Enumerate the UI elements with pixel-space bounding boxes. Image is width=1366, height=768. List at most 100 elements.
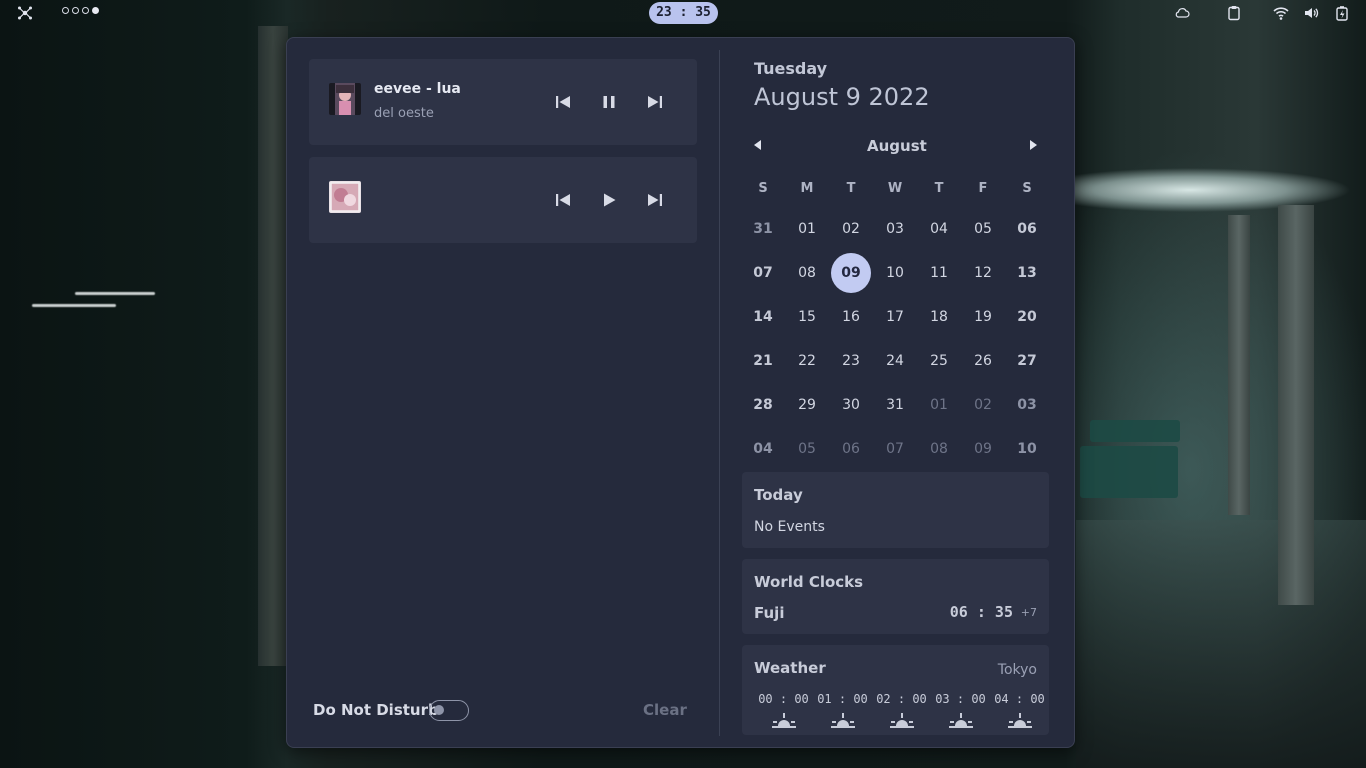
events-card: Today No Events xyxy=(742,472,1049,548)
workspace-dot[interactable] xyxy=(72,7,79,14)
next-track-icon[interactable] xyxy=(645,92,665,112)
do-not-disturb-toggle[interactable] xyxy=(429,700,469,721)
calendar-day-number: 29 xyxy=(798,397,816,413)
calendar-day[interactable]: 20 xyxy=(1005,309,1049,325)
calendar-day-number: 20 xyxy=(1017,309,1037,325)
calendar-day-number: 04 xyxy=(753,441,773,457)
events-title: Today xyxy=(754,486,803,504)
calendar-day-number: 05 xyxy=(974,221,992,237)
next-month-icon[interactable] xyxy=(1028,139,1038,151)
calendar-day-today[interactable]: 09 xyxy=(829,253,873,293)
calendar-day[interactable]: 05 xyxy=(785,441,829,457)
workspace-dot[interactable] xyxy=(82,7,89,14)
clear-notifications-button[interactable]: Clear xyxy=(643,701,687,719)
wifi-icon[interactable] xyxy=(1273,5,1289,21)
calendar-day[interactable]: 10 xyxy=(873,265,917,281)
pause-icon[interactable] xyxy=(599,92,619,112)
forecast-time: 03 : 00 xyxy=(935,692,986,706)
calendar-day-number: 02 xyxy=(974,397,992,413)
next-track-icon[interactable] xyxy=(645,190,665,210)
calendar-weekday-label: S xyxy=(758,181,768,196)
toggle-knob xyxy=(434,705,444,715)
calendar-weekday-label: M xyxy=(800,181,814,196)
calendar-day[interactable]: 07 xyxy=(873,441,917,457)
topbar-clock[interactable]: 23 : 35 xyxy=(649,2,718,24)
calendar-day[interactable]: 07 xyxy=(741,265,785,281)
calendar-day[interactable]: 04 xyxy=(917,221,961,237)
calendar-day[interactable]: 19 xyxy=(961,309,1005,325)
calendar-day[interactable]: 17 xyxy=(873,309,917,325)
calendar-day-number: 23 xyxy=(842,353,860,369)
track-title: eevee - lua xyxy=(374,81,461,97)
calendar-day[interactable]: 01 xyxy=(785,221,829,237)
media-player-card xyxy=(309,157,697,243)
calendar-day[interactable]: 28 xyxy=(741,397,785,413)
calendar-day-number: 26 xyxy=(974,353,992,369)
clipboard-icon[interactable] xyxy=(1226,5,1242,21)
previous-track-icon[interactable] xyxy=(553,190,573,210)
calendar-day[interactable]: 22 xyxy=(785,353,829,369)
launcher-icon[interactable] xyxy=(17,5,33,21)
weather-forecast: 00 : 00 01 : 00 02 : 00 03 : 00 04 : 00 xyxy=(754,692,1049,732)
play-icon[interactable] xyxy=(599,190,619,210)
calendar-weekday-label: T xyxy=(846,181,856,196)
calendar-day[interactable]: 31 xyxy=(873,397,917,413)
calendar-day[interactable]: 08 xyxy=(917,441,961,457)
calendar-day[interactable]: 10 xyxy=(1005,441,1049,457)
calendar-day[interactable]: 08 xyxy=(785,265,829,281)
calendar-day[interactable]: 11 xyxy=(917,265,961,281)
calendar-day[interactable]: 24 xyxy=(873,353,917,369)
calendar-day[interactable]: 01 xyxy=(917,397,961,413)
calendar-day[interactable]: 30 xyxy=(829,397,873,413)
calendar-day[interactable]: 18 xyxy=(917,309,961,325)
previous-month-icon[interactable] xyxy=(753,139,763,151)
calendar-day-number: 14 xyxy=(753,309,773,325)
volume-icon[interactable] xyxy=(1303,5,1319,21)
calendar-day[interactable]: 09 xyxy=(961,441,1005,457)
cloud-icon[interactable] xyxy=(1174,5,1190,21)
calendar-week-row: 28 29 30 31 01 02 03 xyxy=(741,383,1049,427)
workspace-dot[interactable] xyxy=(92,7,99,14)
track-artist: del oeste xyxy=(374,106,434,121)
forecast-time: 00 : 00 xyxy=(758,692,809,706)
calendar-day-number: 06 xyxy=(1017,221,1037,237)
weather-card: Weather Tokyo 00 : 00 01 : 00 02 : 00 03 : … xyxy=(742,645,1049,735)
calendar-day[interactable]: 04 xyxy=(741,441,785,457)
wallpaper-pillar xyxy=(258,26,288,666)
calendar-day[interactable]: 15 xyxy=(785,309,829,325)
column-divider xyxy=(719,50,720,736)
do-not-disturb-label: Do Not Disturb xyxy=(313,701,439,719)
calendar-day[interactable]: 29 xyxy=(785,397,829,413)
calendar-day[interactable]: 27 xyxy=(1005,353,1049,369)
calendar-day[interactable]: 26 xyxy=(961,353,1005,369)
album-art xyxy=(329,83,361,115)
calendar-day-number: 24 xyxy=(886,353,904,369)
calendar-day[interactable]: 03 xyxy=(873,221,917,237)
calendar-day[interactable]: 02 xyxy=(961,397,1005,413)
calendar-day[interactable]: 31 xyxy=(741,221,785,237)
calendar-day[interactable]: 16 xyxy=(829,309,873,325)
calendar-day[interactable]: 25 xyxy=(917,353,961,369)
previous-track-icon[interactable] xyxy=(553,92,573,112)
calendar-day[interactable]: 13 xyxy=(1005,265,1049,281)
calendar-weekday-label: T xyxy=(934,181,944,196)
wallpaper-light-streak xyxy=(75,292,155,295)
calendar-day[interactable]: 06 xyxy=(829,441,873,457)
calendar-day-number: 08 xyxy=(930,441,948,457)
calendar-day-number: 09 xyxy=(831,253,871,293)
calendar-weekday-label: S xyxy=(1022,181,1032,196)
calendar-day[interactable]: 14 xyxy=(741,309,785,325)
battery-icon[interactable] xyxy=(1334,5,1350,21)
calendar-day[interactable]: 05 xyxy=(961,221,1005,237)
calendar-day[interactable]: 21 xyxy=(741,353,785,369)
calendar-day[interactable]: 12 xyxy=(961,265,1005,281)
calendar-day[interactable]: 23 xyxy=(829,353,873,369)
forecast-time: 02 : 00 xyxy=(876,692,927,706)
calendar-week-row: 04 05 06 07 08 09 10 xyxy=(741,427,1049,471)
calendar-day[interactable]: 06 xyxy=(1005,221,1049,237)
calendar-weekday-label: F xyxy=(978,181,988,196)
calendar-day[interactable]: 02 xyxy=(829,221,873,237)
night-icon xyxy=(948,713,973,728)
workspace-dot[interactable] xyxy=(62,7,69,14)
calendar-day[interactable]: 03 xyxy=(1005,397,1049,413)
